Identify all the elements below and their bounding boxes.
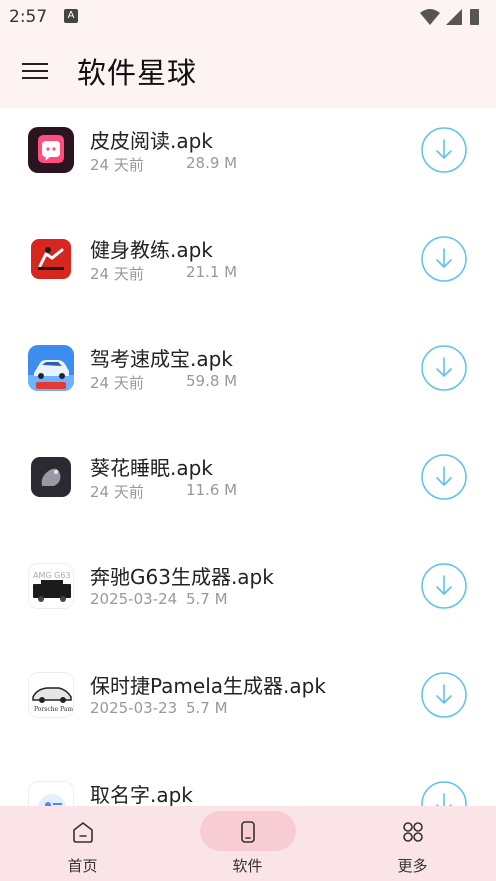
wifi-icon <box>420 9 440 25</box>
phone-icon <box>240 821 255 843</box>
list-item[interactable]: 健身教练.apk 24 天前 21.1 M <box>0 217 496 326</box>
battery-icon <box>470 9 479 25</box>
file-name: 取名字.apk <box>90 783 193 806</box>
file-size: 11.6 M <box>186 481 238 499</box>
nav-label: 更多 <box>397 857 428 875</box>
file-date: 24 天前 <box>90 374 144 392</box>
file-date: 24 天前 <box>90 265 144 283</box>
list-item[interactable]: 葵花睡眠.apk 24 天前 11.6 M <box>0 435 496 544</box>
file-date: 2025-03-23 <box>90 699 178 717</box>
file-size: 5.7 M <box>186 590 228 608</box>
naming-app-icon <box>28 781 74 806</box>
nav-more[interactable]: 更多 <box>330 806 495 881</box>
file-name: 保时捷Pamela生成器.apk <box>90 674 326 698</box>
sunflower-sleep-app-icon <box>28 454 74 500</box>
file-name: 健身教练.apk <box>90 238 213 262</box>
file-size: 59.8 M <box>186 372 238 390</box>
svg-text:Porsche Pamela: Porsche Pamela <box>34 706 74 713</box>
nav-home[interactable]: 首页 <box>0 806 165 881</box>
app-bar: 软件星球 <box>0 34 496 108</box>
download-icon[interactable] <box>421 454 467 500</box>
download-icon[interactable] <box>421 127 467 173</box>
page-title: 软件星球 <box>77 56 198 90</box>
file-name: 奔驰G63生成器.apk <box>90 565 274 589</box>
file-date: 2025-03-24 <box>90 590 178 608</box>
download-icon[interactable] <box>421 236 467 282</box>
list-item[interactable]: Porsche Pamela 保时捷Pamela生成器.apk 2025-03-… <box>0 653 496 762</box>
download-icon[interactable] <box>421 345 467 391</box>
nav-label: 软件 <box>232 857 263 875</box>
list-item[interactable]: 皮皮阅读.apk 24 天前 28.9 M <box>0 108 496 217</box>
list-item[interactable]: AMG G63 奔驰G63生成器.apk 2025-03-24 5.7 M <box>0 544 496 653</box>
file-name: 驾考速成宝.apk <box>90 347 233 371</box>
svg-text:AMG G63: AMG G63 <box>33 571 71 580</box>
file-name: 皮皮阅读.apk <box>90 129 213 153</box>
status-icons <box>420 9 479 25</box>
list-item[interactable]: 取名字.apk <box>0 762 496 806</box>
signal-icon <box>446 9 462 25</box>
porsche-pamela-app-icon: Porsche Pamela <box>28 672 74 718</box>
file-date: 24 天前 <box>90 483 144 501</box>
status-bar: 2:57 A <box>0 0 496 34</box>
file-date: 24 天前 <box>90 156 144 174</box>
menu-icon[interactable] <box>22 58 54 84</box>
file-size: 21.1 M <box>186 263 238 281</box>
nav-label: 首页 <box>67 857 98 875</box>
download-icon[interactable] <box>421 781 467 806</box>
fitness-coach-app-icon <box>28 236 74 282</box>
status-time: 2:57 <box>9 7 48 27</box>
file-name: 葵花睡眠.apk <box>90 456 213 480</box>
driving-test-app-icon <box>28 345 74 391</box>
file-size: 5.7 M <box>186 699 228 717</box>
grid-icon <box>402 822 423 842</box>
bottom-nav: 首页 软件 更多 <box>0 806 496 881</box>
file-list[interactable]: 皮皮阅读.apk 24 天前 28.9 M 健身教练.apk 24 天前 21.… <box>0 108 496 806</box>
download-icon[interactable] <box>421 563 467 609</box>
notification-icon: A <box>64 9 78 23</box>
nav-software[interactable]: 软件 <box>165 806 330 881</box>
list-item[interactable]: 驾考速成宝.apk 24 天前 59.8 M <box>0 326 496 435</box>
benz-g63-app-icon: AMG G63 <box>28 563 74 609</box>
download-icon[interactable] <box>421 672 467 718</box>
file-size: 28.9 M <box>186 154 238 172</box>
pipi-reader-app-icon <box>28 127 74 173</box>
home-icon <box>72 822 93 843</box>
